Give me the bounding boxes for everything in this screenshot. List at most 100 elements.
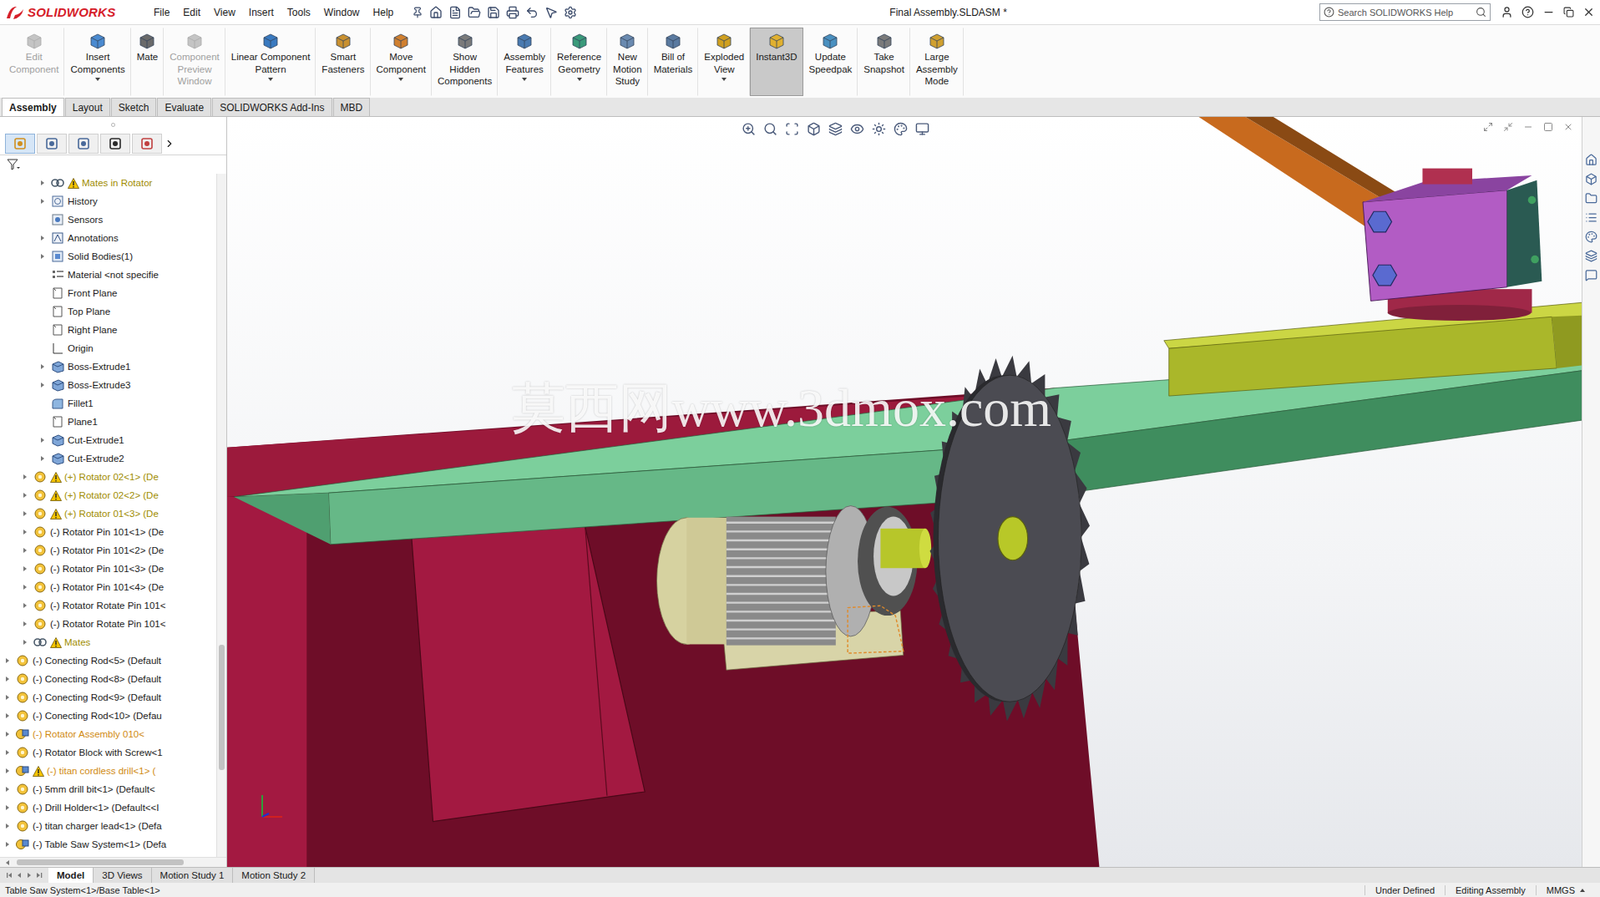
tree-row[interactable]: (-) Rotator Rotate Pin 101<	[0, 614, 217, 633]
expand-slot[interactable]	[20, 527, 31, 537]
expand-slot[interactable]	[37, 178, 48, 188]
right-arrow-icon[interactable]	[38, 380, 47, 390]
expand-slot[interactable]	[37, 380, 48, 390]
resources-icon[interactable]	[1584, 153, 1598, 167]
forum-icon[interactable]	[1584, 268, 1598, 282]
model-scene[interactable]	[227, 116, 1582, 867]
tree-row[interactable]: Origin	[0, 339, 217, 358]
right-arrow-icon[interactable]	[20, 582, 30, 592]
tree-row[interactable]: Boss-Extrude3	[0, 375, 217, 395]
tree-row[interactable]: Boss-Extrude1	[0, 357, 217, 376]
expand-slot[interactable]	[37, 454, 48, 463]
first-arrow-icon[interactable]	[5, 870, 14, 880]
expand-slot[interactable]	[2, 656, 13, 665]
command-button[interactable]: Instant3D	[749, 27, 803, 97]
bottom-tab[interactable]: Motion Study 1	[151, 867, 234, 883]
command-button[interactable]: LargeAssemblyMode	[910, 27, 964, 97]
expand-slot[interactable]	[37, 252, 48, 261]
command-tab[interactable]: MBD	[333, 97, 371, 117]
tree-row[interactable]: Mates in Rotator	[0, 173, 217, 193]
command-button[interactable]: AssemblyFeatures	[497, 27, 552, 97]
zoom-area-icon[interactable]	[763, 121, 778, 137]
menu-item[interactable]: Edit	[176, 5, 208, 21]
expand-slot[interactable]	[20, 472, 31, 482]
right-arrow-icon[interactable]	[20, 491, 30, 500]
expand-slot[interactable]	[37, 233, 48, 243]
display-style-icon[interactable]	[828, 121, 843, 137]
expand-slot[interactable]	[2, 821, 13, 831]
tree-row[interactable]: (-) Table Saw System<1> (Defa	[0, 835, 217, 854]
scene-icon[interactable]	[871, 121, 887, 137]
tree-row[interactable]: (-) Conecting Rod<9> (Default	[0, 688, 217, 707]
tree-row[interactable]: Cut-Extrude1	[0, 430, 217, 450]
rotator-block[interactable]	[1362, 190, 1508, 302]
search-box[interactable]: Search SOLIDWORKS Help	[1319, 3, 1491, 21]
expand-slot[interactable]	[2, 784, 13, 794]
expand-slot[interactable]	[2, 840, 13, 849]
expand-slot[interactable]	[2, 766, 13, 775]
right-arrow-icon[interactable]	[20, 619, 30, 628]
command-button[interactable]: ReferenceGeometry	[551, 27, 608, 97]
command-button[interactable]: ShowHiddenComponents	[431, 27, 498, 97]
view-maximize-icon[interactable]	[1543, 121, 1554, 132]
tree-row[interactable]: Annotations	[0, 228, 217, 248]
tree-row[interactable]: (-) titan cordless drill<1> (	[0, 761, 217, 780]
search-icon[interactable]	[1475, 6, 1487, 18]
dropdown-icon[interactable]	[95, 77, 101, 82]
save-icon[interactable]	[486, 5, 501, 20]
open-icon[interactable]	[467, 5, 482, 20]
tree-row[interactable]: (-) 5mm drill bit<1> (Default<	[0, 779, 217, 799]
right-arrow-icon[interactable]	[25, 870, 34, 880]
right-arrow-icon[interactable]	[38, 233, 47, 243]
command-tab[interactable]: Assembly	[1, 97, 65, 117]
user-icon[interactable]	[1500, 5, 1514, 19]
side-panel[interactable]	[410, 526, 645, 821]
command-button[interactable]: ExplodedView	[698, 27, 750, 97]
tree-row[interactable]: Cut-Extrude2	[0, 449, 217, 468]
tile-icon[interactable]	[1483, 121, 1494, 132]
menu-item[interactable]: Help	[366, 5, 401, 21]
status-item[interactable]: MMGS	[1535, 885, 1595, 896]
right-arrow-icon[interactable]	[3, 711, 12, 720]
dropdown-icon[interactable]	[398, 77, 404, 82]
right-arrow-icon[interactable]	[20, 527, 30, 537]
print-icon[interactable]	[506, 5, 520, 20]
view-close-icon[interactable]	[1563, 121, 1574, 132]
panel-tab[interactable]	[131, 133, 163, 154]
command-tab[interactable]: Evaluate	[156, 97, 212, 117]
panel-grip[interactable]	[0, 116, 227, 132]
right-arrow-icon[interactable]	[3, 784, 12, 794]
home-icon[interactable]	[429, 5, 443, 20]
tree-row[interactable]: History	[0, 192, 217, 211]
expand-slot[interactable]	[2, 729, 13, 739]
expand-slot[interactable]	[2, 674, 13, 684]
command-tab[interactable]: Layout	[65, 97, 111, 117]
left-arrow-icon[interactable]	[15, 870, 24, 880]
command-button[interactable]: Mate	[131, 27, 165, 97]
tree-row[interactable]: (-) Rotator Pin 101<1> (De	[0, 522, 217, 542]
expand-slot[interactable]	[20, 601, 31, 610]
dropdown-icon[interactable]	[577, 77, 583, 82]
right-arrow-icon[interactable]	[20, 601, 30, 610]
right-arrow-icon[interactable]	[3, 693, 12, 702]
command-tab[interactable]: SOLIDWORKS Add-Ins	[212, 97, 332, 117]
tree-row[interactable]: Plane1	[0, 412, 217, 431]
right-arrow-icon[interactable]	[38, 197, 47, 206]
view-palette-icon[interactable]	[1584, 211, 1598, 224]
expand-slot[interactable]	[37, 362, 48, 371]
last-arrow-icon[interactable]	[35, 870, 44, 880]
right-arrow-icon[interactable]	[3, 748, 12, 757]
menu-item[interactable]: Insert	[242, 5, 281, 21]
right-arrow-icon[interactable]	[38, 252, 47, 261]
tree-row[interactable]: Right Plane	[0, 320, 217, 340]
hide-show-icon[interactable]	[850, 121, 865, 137]
expand-slot[interactable]	[20, 509, 31, 518]
expand-slot[interactable]	[20, 491, 31, 500]
logo[interactable]: SOLIDWORKS	[5, 4, 147, 21]
right-arrow-icon[interactable]	[3, 821, 12, 831]
tree-scrollbar[interactable]	[216, 173, 227, 857]
appearances-icon[interactable]	[1584, 230, 1598, 244]
tree-row[interactable]: (-) Conecting Rod<5> (Default	[0, 651, 217, 670]
command-button[interactable]: EditComponent	[3, 27, 65, 97]
tree-row[interactable]: Solid Bodies(1)	[0, 247, 217, 266]
